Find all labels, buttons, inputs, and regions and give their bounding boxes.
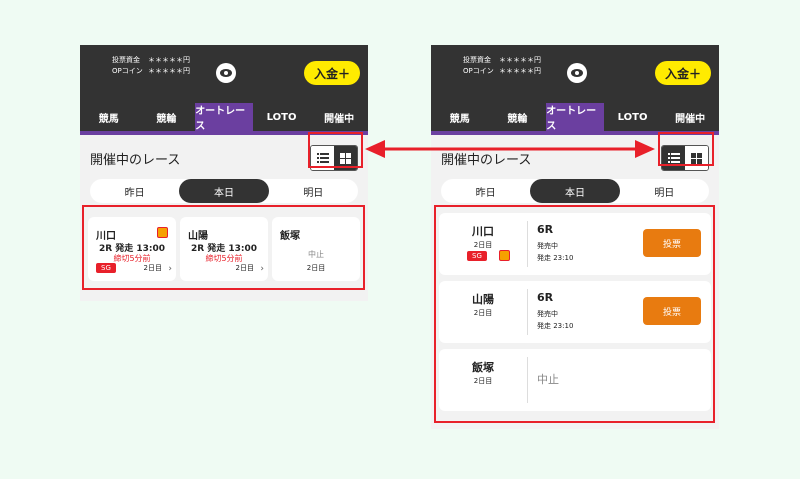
header-bar: 投票資金 ＊＊＊＊＊円 OPコイン ＊＊＊＊＊円 入金＋ (80, 45, 368, 103)
deposit-button[interactable]: 入金＋ (655, 61, 711, 85)
nav-tabs: 競馬 競輪 オートレース LOTO 開催中 (431, 103, 719, 135)
balance-panel: 投票資金 ＊＊＊＊＊円 OPコイン ＊＊＊＊＊円 (463, 55, 559, 77)
balance-panel: 投票資金 ＊＊＊＊＊円 OPコイン ＊＊＊＊＊円 (112, 55, 208, 77)
coin-value: ＊＊＊＊＊円 (148, 67, 190, 75)
section-title: 開催中のレース (90, 153, 181, 168)
double-arrow-icon (365, 140, 655, 158)
coin-label: OPコイン (463, 67, 494, 75)
tab-keiba[interactable]: 競馬 (80, 103, 138, 131)
toggle-highlight (658, 132, 714, 166)
day-tabs: 昨日 本日 明日 (90, 179, 358, 203)
day-tab-today[interactable]: 本日 (530, 179, 620, 203)
tab-autorace[interactable]: オートレース (546, 103, 604, 132)
balance-value: ＊＊＊＊＊円 (499, 56, 541, 64)
day-tab-tomorrow[interactable]: 明日 (620, 179, 709, 203)
deposit-button[interactable]: 入金＋ (304, 61, 360, 85)
tab-loto[interactable]: LOTO (604, 103, 662, 131)
day-tabs: 昨日 本日 明日 (441, 179, 709, 203)
tab-keirin[interactable]: 競輪 (489, 103, 547, 131)
toggle-highlight (308, 132, 363, 168)
balance-value: ＊＊＊＊＊円 (148, 56, 190, 64)
list-highlight (434, 205, 715, 423)
tab-keiba[interactable]: 競馬 (431, 103, 489, 131)
tab-keirin[interactable]: 競輪 (138, 103, 196, 131)
tab-loto[interactable]: LOTO (253, 103, 311, 131)
tab-ongoing[interactable]: 開催中 (661, 103, 719, 131)
grid-highlight (82, 205, 365, 290)
coin-value: ＊＊＊＊＊円 (499, 67, 541, 75)
day-tab-yesterday[interactable]: 昨日 (90, 179, 179, 203)
nav-tabs: 競馬 競輪 オートレース LOTO 開催中 (80, 103, 368, 135)
day-tab-today[interactable]: 本日 (179, 179, 269, 203)
eye-icon[interactable] (216, 63, 236, 83)
tab-ongoing[interactable]: 開催中 (310, 103, 368, 131)
tab-autorace[interactable]: オートレース (195, 103, 253, 132)
balance-label: 投票資金 (112, 56, 140, 64)
coin-label: OPコイン (112, 67, 143, 75)
day-tab-yesterday[interactable]: 昨日 (441, 179, 530, 203)
eye-icon[interactable] (567, 63, 587, 83)
balance-label: 投票資金 (463, 56, 491, 64)
day-tab-tomorrow[interactable]: 明日 (269, 179, 358, 203)
header-bar: 投票資金 ＊＊＊＊＊円 OPコイン ＊＊＊＊＊円 入金＋ (431, 45, 719, 103)
